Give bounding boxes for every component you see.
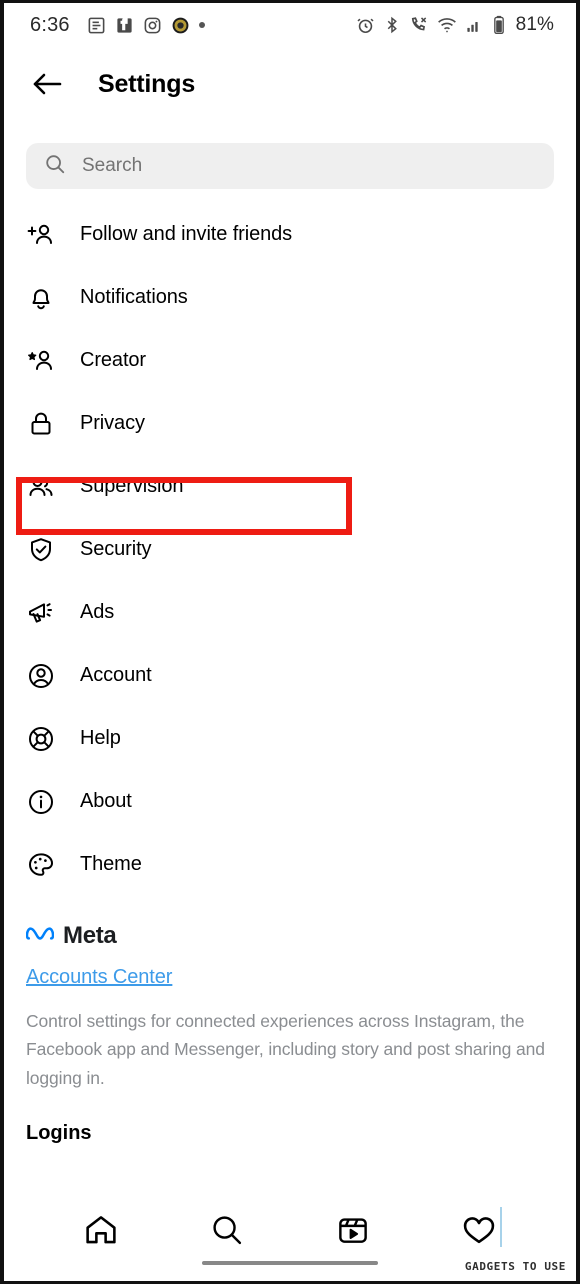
settings-item-label: Supervision xyxy=(80,475,184,497)
nav-search-button[interactable] xyxy=(206,1211,248,1253)
settings-item-label: About xyxy=(80,790,132,812)
meta-description: Control settings for connected experienc… xyxy=(26,1011,545,1088)
signal-icon xyxy=(465,16,484,35)
settings-item-label: Notifications xyxy=(80,286,188,308)
info-circle-icon xyxy=(26,787,56,817)
settings-item-creator[interactable]: Creator xyxy=(4,329,576,392)
status-bar-clock: 6:36 xyxy=(30,13,70,36)
messenger-icon xyxy=(115,16,134,35)
settings-item-label: Follow and invite friends xyxy=(80,223,293,245)
nav-home-button[interactable] xyxy=(80,1211,122,1253)
bottom-navigation-bar: GADGETS TO USE xyxy=(4,1189,576,1281)
reels-icon xyxy=(336,1213,370,1252)
battery-icon xyxy=(492,15,506,35)
app-badge-icon xyxy=(171,16,190,35)
lock-icon xyxy=(26,409,56,439)
phone-screen: 6:36 81% Settings Search Follow and invi… xyxy=(0,0,580,1284)
home-icon xyxy=(83,1212,119,1253)
settings-menu: Follow and invite friends Notifications … xyxy=(4,189,576,896)
watermark-label: GADGETS TO USE xyxy=(464,1260,566,1273)
watermark-line xyxy=(500,1207,502,1247)
megaphone-icon xyxy=(26,598,56,628)
settings-item-label: Help xyxy=(80,727,121,749)
meta-infinity-icon xyxy=(25,924,55,948)
logins-section-title: Logins xyxy=(26,1122,92,1145)
heart-icon xyxy=(461,1212,497,1253)
settings-item-label: Account xyxy=(80,664,152,686)
alarm-icon xyxy=(356,16,375,35)
settings-item-label: Ads xyxy=(80,601,115,623)
settings-item-supervision[interactable]: Supervision xyxy=(4,455,576,518)
search-input[interactable]: Search xyxy=(26,143,554,189)
settings-item-theme[interactable]: Theme xyxy=(4,833,576,896)
wifi-icon xyxy=(437,15,457,35)
meta-section: Meta Accounts Center Control settings fo… xyxy=(4,896,576,1092)
person-star-icon xyxy=(26,346,56,376)
call-mute-icon xyxy=(409,15,429,35)
nav-reels-button[interactable] xyxy=(332,1211,374,1253)
back-arrow-icon[interactable] xyxy=(30,67,64,101)
settings-item-account[interactable]: Account xyxy=(4,644,576,707)
search-icon xyxy=(44,153,66,180)
settings-item-security[interactable]: Security xyxy=(4,518,576,581)
search-section: Search xyxy=(4,121,576,189)
page-title: Settings xyxy=(98,69,196,98)
meta-brand-label: Meta xyxy=(63,922,117,949)
app-header: Settings xyxy=(4,47,576,121)
feed-icon xyxy=(87,16,106,35)
people-icon xyxy=(26,472,56,502)
settings-item-ads[interactable]: Ads xyxy=(4,581,576,644)
account-circle-icon xyxy=(26,661,56,691)
more-dot-icon xyxy=(198,22,205,28)
bluetooth-icon xyxy=(383,16,401,34)
bell-icon xyxy=(26,283,56,313)
status-bar: 6:36 81% xyxy=(4,3,576,47)
home-indicator xyxy=(202,1261,378,1265)
settings-item-help[interactable]: Help xyxy=(4,707,576,770)
settings-item-label: Security xyxy=(80,538,152,560)
settings-item-about[interactable]: About xyxy=(4,770,576,833)
person-add-icon xyxy=(26,220,56,250)
shield-check-icon xyxy=(26,535,56,565)
nav-activity-button[interactable] xyxy=(458,1211,500,1253)
instagram-icon xyxy=(143,16,162,35)
settings-item-label: Theme xyxy=(80,853,142,875)
accounts-center-link[interactable]: Accounts Center xyxy=(26,966,554,989)
settings-item-follow-and-invite-friends[interactable]: Follow and invite friends xyxy=(4,203,576,266)
status-bar-right: 81% xyxy=(356,14,554,36)
search-placeholder: Search xyxy=(82,155,143,176)
battery-percent-label: 81% xyxy=(515,14,554,35)
settings-item-notifications[interactable]: Notifications xyxy=(4,266,576,329)
palette-icon xyxy=(26,850,56,880)
lifebuoy-icon xyxy=(26,724,56,754)
search-icon xyxy=(210,1213,244,1252)
status-bar-left: 6:36 xyxy=(30,14,205,37)
settings-item-label: Privacy xyxy=(80,412,145,434)
settings-item-label: Creator xyxy=(80,349,146,371)
settings-item-privacy[interactable]: Privacy xyxy=(4,392,576,455)
meta-brand: Meta xyxy=(25,922,554,950)
